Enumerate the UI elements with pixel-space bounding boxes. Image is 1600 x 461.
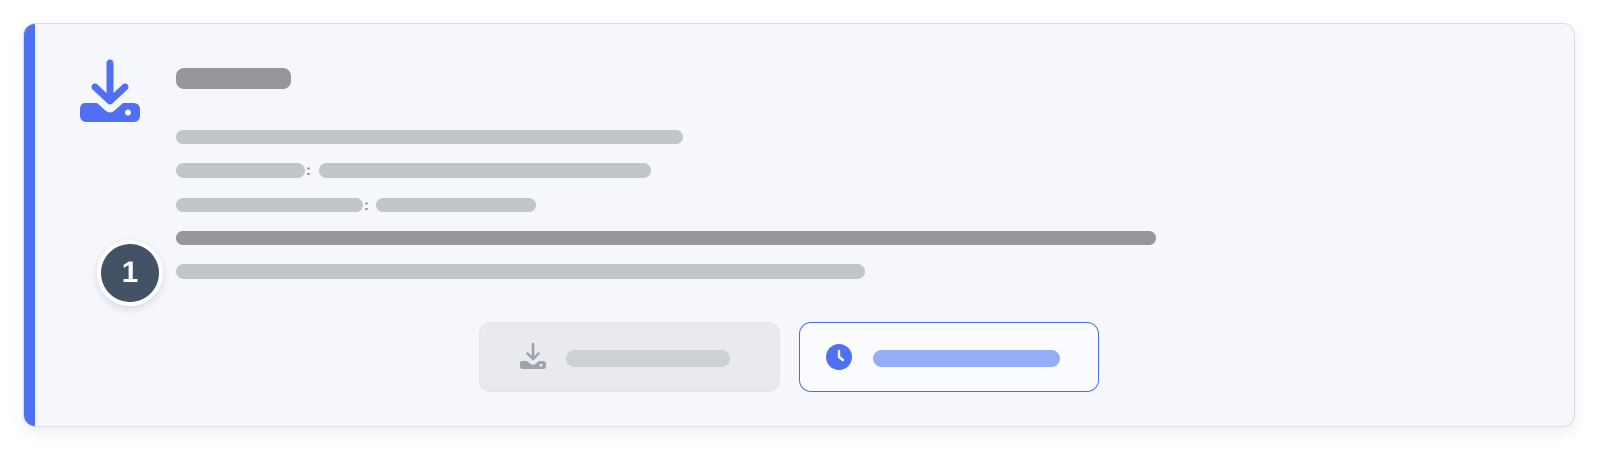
accent-bar <box>24 24 35 426</box>
step-badge: 1 <box>97 240 163 306</box>
detail-label-2 <box>176 198 363 212</box>
remind-later-button-label <box>873 350 1060 367</box>
download-tray-icon <box>79 59 141 123</box>
clock-icon <box>825 343 853 371</box>
detail-separator-1: : <box>306 162 311 179</box>
download-button-label <box>566 350 730 367</box>
notification-card: : : 1 <box>23 23 1575 427</box>
highlight-line <box>176 231 1156 245</box>
card-description <box>176 130 683 144</box>
detail-label-1 <box>176 163 305 178</box>
remind-later-button[interactable] <box>799 322 1099 392</box>
detail-separator-2: : <box>364 197 369 214</box>
note-line <box>176 264 865 279</box>
detail-value-1 <box>319 163 651 178</box>
download-button[interactable] <box>479 322 780 392</box>
download-tray-icon <box>519 342 547 370</box>
detail-value-2 <box>376 198 536 212</box>
step-number: 1 <box>101 244 159 302</box>
card-title <box>176 68 291 89</box>
